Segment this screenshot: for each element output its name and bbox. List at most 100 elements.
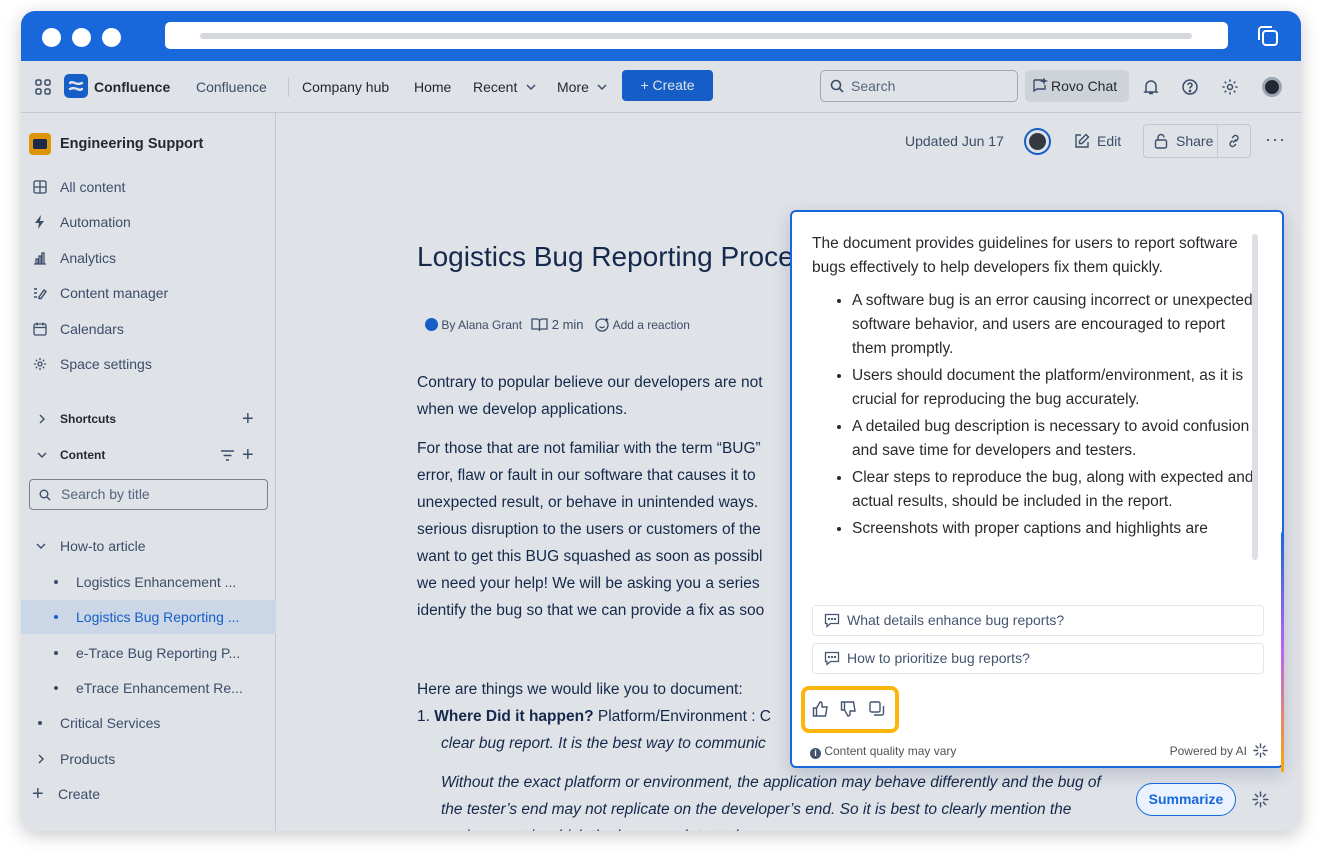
add-reaction-link[interactable]: Add a reaction bbox=[613, 318, 690, 332]
space-sidebar: Engineering Support All content Automati… bbox=[21, 113, 276, 831]
top-navigation: Confluence Confluence Company hub Home R… bbox=[21, 61, 1301, 113]
all-content-icon bbox=[33, 180, 47, 194]
plus-icon: + bbox=[640, 77, 653, 93]
copy-link-icon[interactable] bbox=[1226, 133, 1242, 149]
edit-button[interactable]: Edit bbox=[1065, 126, 1123, 156]
bar-chart-icon bbox=[34, 252, 46, 265]
contributor-avatar[interactable] bbox=[1024, 128, 1051, 155]
search-icon bbox=[39, 489, 51, 501]
ai-sparkle-icon[interactable] bbox=[1252, 791, 1269, 808]
thumbs-down-icon[interactable] bbox=[840, 700, 858, 718]
chevron-down-icon bbox=[37, 452, 47, 458]
tree-item-label: Logistics Enhancement ... bbox=[76, 574, 237, 590]
sidebar-item-analytics[interactable]: Analytics bbox=[21, 241, 276, 275]
content-label: Content bbox=[60, 448, 106, 462]
ai-summary-content: The document provides guidelines for use… bbox=[812, 232, 1254, 588]
tree-item-label: Critical Services bbox=[60, 715, 161, 731]
sidebar-create-label: Create bbox=[58, 786, 101, 802]
search-by-title-input[interactable]: Search by title bbox=[29, 479, 268, 510]
more-actions-icon[interactable]: ··· bbox=[1265, 129, 1286, 150]
suggestion-enhance-bug-reports[interactable]: What details enhance bug reports? bbox=[812, 605, 1264, 636]
search-icon bbox=[830, 79, 844, 93]
tree-item-how-to-article[interactable]: How-to article bbox=[21, 529, 276, 563]
window-minimize-dot[interactable] bbox=[72, 28, 91, 47]
app-switcher-icon[interactable] bbox=[35, 79, 51, 95]
nav-home[interactable]: Home bbox=[414, 61, 451, 113]
brand-name[interactable]: Confluence bbox=[94, 61, 170, 113]
sidebar-item-calendars[interactable]: Calendars bbox=[21, 312, 276, 346]
browser-window: Confluence Confluence Company hub Home R… bbox=[21, 11, 1301, 831]
nav-more[interactable]: More bbox=[557, 61, 589, 113]
search-input[interactable]: Search bbox=[820, 70, 1018, 102]
tree-item-logistics-bug-reporting[interactable]: Logistics Bug Reporting ... bbox=[21, 600, 276, 634]
confluence-logo-icon[interactable] bbox=[64, 74, 88, 98]
edit-pencil-icon bbox=[1075, 133, 1090, 148]
author-name[interactable]: By Alana Grant bbox=[441, 318, 522, 332]
help-icon[interactable] bbox=[1181, 78, 1199, 96]
gear-icon bbox=[34, 358, 46, 370]
add-content-plus-icon[interactable]: + bbox=[242, 438, 254, 472]
window-zoom-dot[interactable] bbox=[102, 28, 121, 47]
ai-summary-scrollbar[interactable] bbox=[1252, 234, 1258, 560]
settings-gear-icon[interactable] bbox=[1221, 78, 1239, 96]
note-line: the tester’s end may not replicate on th… bbox=[441, 801, 1072, 818]
plus-icon: + bbox=[32, 783, 44, 805]
user-avatar[interactable] bbox=[1262, 77, 1282, 97]
space-switcher[interactable]: Confluence bbox=[196, 61, 267, 113]
tree-item-etrace-bug-reporting[interactable]: e-Trace Bug Reporting P... bbox=[21, 636, 276, 670]
chevron-down-icon bbox=[36, 543, 46, 549]
page-title: Logistics Bug Reporting Process bbox=[417, 241, 822, 272]
thumbs-up-icon[interactable] bbox=[812, 700, 830, 718]
lightning-icon bbox=[35, 215, 44, 229]
sidebar-item-label: Space settings bbox=[60, 356, 152, 372]
list-item-heading: Where Did it happen? bbox=[434, 708, 594, 725]
bullet-icon bbox=[54, 580, 58, 584]
note-line: Without the exact platform or environmen… bbox=[441, 774, 1101, 791]
create-button[interactable]: + Create bbox=[622, 70, 713, 101]
powered-by-label: Powered by AI bbox=[1169, 744, 1247, 758]
share-label: Share bbox=[1176, 133, 1214, 149]
add-reaction-icon bbox=[595, 318, 609, 332]
content-section[interactable]: Content + bbox=[21, 438, 276, 472]
address-placeholder bbox=[200, 33, 1192, 39]
copy-icon[interactable] bbox=[868, 700, 886, 718]
space-header[interactable]: Engineering Support bbox=[21, 127, 276, 161]
share-button[interactable]: Share bbox=[1144, 125, 1217, 157]
window-close-dot[interactable] bbox=[42, 28, 61, 47]
nav-divider bbox=[288, 77, 289, 97]
notifications-bell-icon[interactable] bbox=[1142, 78, 1160, 96]
ai-summary-intro: The document provides guidelines for use… bbox=[812, 235, 1238, 276]
tree-item-logistics-enhancement[interactable]: Logistics Enhancement ... bbox=[21, 565, 276, 599]
filter-icon[interactable] bbox=[220, 449, 235, 462]
content-quality-disclaimer: Content quality may vary bbox=[824, 744, 957, 758]
lock-icon bbox=[1154, 133, 1168, 149]
author-avatar[interactable] bbox=[425, 318, 438, 331]
sidebar-item-all-content[interactable]: All content bbox=[21, 170, 276, 204]
tree-item-etrace-enhancement[interactable]: eTrace Enhancement Re... bbox=[21, 671, 276, 705]
ai-summary-bullet: Screenshots with proper captions and hig… bbox=[852, 517, 1254, 541]
space-avatar-icon bbox=[29, 133, 51, 155]
suggestion-prioritize-bug-reports[interactable]: How to prioritize bug reports? bbox=[812, 643, 1264, 674]
chat-bubble-icon bbox=[824, 651, 840, 666]
rovo-chat-button[interactable]: Rovo Chat bbox=[1025, 70, 1129, 102]
summarize-button[interactable]: Summarize bbox=[1136, 783, 1236, 816]
tree-item-critical-services[interactable]: Critical Services bbox=[21, 706, 276, 740]
sidebar-item-content-manager[interactable]: Content manager bbox=[21, 276, 276, 310]
browser-toolbar bbox=[21, 11, 1301, 61]
suggestion-label: How to prioritize bug reports? bbox=[847, 650, 1030, 666]
shortcuts-section[interactable]: Shortcuts + bbox=[21, 402, 276, 436]
create-label: Create bbox=[652, 77, 695, 93]
address-bar[interactable] bbox=[165, 22, 1228, 49]
sidebar-item-space-settings[interactable]: Space settings bbox=[21, 347, 276, 381]
tree-item-label: e-Trace Bug Reporting P... bbox=[76, 645, 241, 661]
read-time-book-icon bbox=[531, 318, 549, 331]
nav-company-hub[interactable]: Company hub bbox=[302, 61, 389, 113]
sidebar-create-button[interactable]: + Create bbox=[21, 777, 276, 811]
tabs-overview-icon[interactable] bbox=[1256, 24, 1280, 48]
tree-item-products[interactable]: Products bbox=[21, 742, 276, 776]
tree-item-label: Products bbox=[60, 751, 116, 767]
ai-summary-bullet: Clear steps to reproduce the bug, along … bbox=[852, 466, 1254, 514]
add-shortcut-plus-icon[interactable]: + bbox=[242, 402, 254, 436]
sidebar-item-automation[interactable]: Automation bbox=[21, 205, 276, 239]
nav-recent[interactable]: Recent bbox=[473, 61, 517, 113]
